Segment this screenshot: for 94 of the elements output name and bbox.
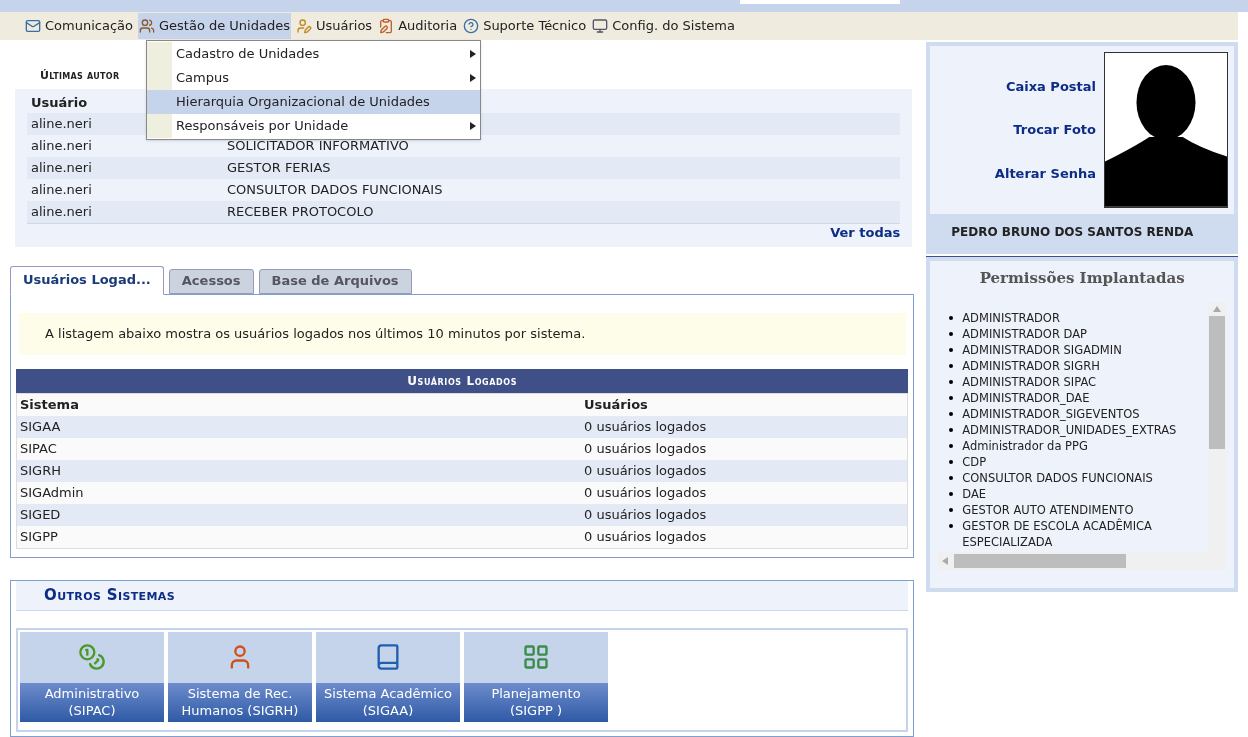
bullet-icon: [949, 315, 954, 320]
table-cell-text: 0 usuários logados: [584, 439, 707, 458]
clipboard-pencil-icon: [378, 18, 395, 34]
permission-item: ADMINISTRADOR_SIGEVENTOS: [962, 405, 1140, 422]
bullet-icon: [949, 347, 954, 352]
table-cell-text: CONSULTOR DADOS FUNCIONAIS: [227, 180, 443, 199]
bullet-icon: [949, 411, 954, 416]
permission-item: CONSULTOR DADOS FUNCIONAIS: [962, 469, 1153, 486]
bullet-icon: [949, 363, 954, 368]
submenu-arrow-icon: [470, 74, 476, 82]
grid-icon: [522, 643, 550, 671]
table-cell-text: 0 usuários logados: [584, 527, 707, 546]
table-cell-text: SIGAdmin: [19, 483, 85, 502]
bullet-icon: [949, 507, 954, 512]
submenu-arrow-icon: [470, 122, 476, 130]
user-pencil-icon: [295, 18, 312, 34]
permission-item: CDP: [962, 453, 987, 470]
permission-item: GESTOR DE ESCOLA ACADÊMICA ESPECIALIZADA: [962, 517, 1153, 550]
tab[interactable]: Usuários Logad...: [10, 265, 164, 295]
permission-item: ADMINISTRADOR: [962, 309, 1060, 326]
permission-item: ADMINISTRADOR_UNIDADES_EXTRAS: [962, 421, 1177, 438]
table-cell-text: SIPAC: [19, 439, 58, 458]
tab[interactable]: Acessos: [168, 268, 254, 294]
view-all-link[interactable]: Ver todas: [830, 223, 901, 243]
system-button[interactable]: Administrativo (SIPAC): [20, 631, 164, 722]
bullet-icon: [949, 395, 954, 400]
table-cell-text: SIGED: [19, 505, 62, 524]
permission-item: GESTOR AUTO ATENDIMENTO: [962, 501, 1134, 518]
table-cell-text: aline.neri: [31, 180, 92, 199]
people-icon: [138, 18, 155, 34]
system-button[interactable]: Planejamento (SIGPP ): [464, 631, 608, 722]
table-cell-text: 0 usuários logados: [584, 461, 707, 480]
panel-title: Permissões Implantadas: [978, 268, 1186, 289]
menu-item[interactable]: Usuários: [294, 13, 374, 39]
bullet-icon: [949, 523, 954, 528]
bullet-icon: [949, 459, 954, 464]
tab[interactable]: Base de Arquivos: [258, 268, 412, 294]
table-cell-text: aline.neri: [31, 136, 92, 155]
permission-item: Administrador da PPG: [962, 437, 1088, 454]
table-cell-text: aline.neri: [31, 158, 92, 177]
column-header: Sistema: [19, 395, 80, 414]
scroll-left-icon: [942, 556, 951, 565]
profile-link[interactable]: Trocar Foto: [1013, 120, 1096, 140]
table-cell-text: 0 usuários logados: [584, 505, 707, 524]
profile-link[interactable]: Alterar Senha: [994, 163, 1096, 184]
help-icon: [463, 18, 480, 34]
monitor-icon: [592, 18, 609, 34]
dropdown-item[interactable]: Responsáveis por Unidade: [147, 114, 480, 138]
menu-item[interactable]: Gestão de Unidades: [137, 13, 291, 39]
bullet-icon: [949, 427, 954, 432]
permission-item: ADMINISTRADOR DAP: [962, 325, 1087, 342]
bullet-icon: [949, 379, 954, 384]
permission-item: ADMINISTRADOR SIGADMIN: [962, 341, 1122, 358]
table-cell-text: SOLICITADOR INFORMATIVO: [227, 136, 409, 155]
permission-item: ADMINISTRADOR_DAE: [962, 389, 1090, 406]
profile-link[interactable]: Caixa Postal: [1005, 76, 1096, 97]
permission-item: ADMINISTRADOR SIPAC: [962, 373, 1097, 390]
menu-item[interactable]: Comunicação: [24, 13, 134, 39]
table-cell-text: aline.neri: [31, 202, 92, 221]
submenu-arrow-icon: [470, 50, 476, 58]
bullet-icon: [949, 491, 954, 496]
user-name: PEDRO BRUNO DOS SANTOS RENDA: [950, 224, 1195, 241]
bullet-icon: [949, 331, 954, 336]
section-title: Últimas autor: [40, 68, 120, 84]
menu-item[interactable]: Suporte Técnico: [462, 13, 588, 39]
bullet-icon: [949, 475, 954, 480]
system-button[interactable]: Sistema Acadêmico (SIGAA): [316, 631, 460, 722]
section-title: Outros Sistemas: [16, 580, 909, 611]
permission-item: ADMINISTRADOR SIGRH: [962, 357, 1100, 374]
dropdown-item[interactable]: Campus: [147, 66, 480, 90]
vertical-scrollbar[interactable]: [1208, 301, 1226, 570]
table-cell-text: 0 usuários logados: [584, 483, 707, 502]
horizontal-scrollbar[interactable]: [938, 551, 1208, 570]
scroll-up-icon: [1213, 305, 1221, 312]
bullet-icon: [949, 443, 954, 448]
column-header: Usuário: [30, 93, 88, 112]
column-header: Usuários: [584, 395, 648, 414]
coins-icon: [78, 643, 106, 671]
system-button[interactable]: Sistema de Rec. Humanos (SIGRH): [168, 631, 312, 722]
table-cell-text: SIGPP: [19, 527, 59, 546]
table-cell-text: SIGAA: [19, 417, 62, 436]
menu-item[interactable]: Config. do Sistema: [591, 13, 736, 39]
table-cell-text: RECEBER PROTOCOLO: [227, 202, 374, 221]
table-cell-text: GESTOR FERIAS: [227, 158, 331, 177]
dropdown-item[interactable]: Cadastro de Unidades: [147, 42, 480, 66]
table-cell-text: SIGRH: [19, 461, 62, 480]
table-cell-text: aline.neri: [31, 114, 92, 133]
table-title: Usuários Logados: [16, 368, 909, 393]
table-cell-text: 0 usuários logados: [584, 417, 707, 436]
menu-item[interactable]: Auditoria: [377, 13, 459, 39]
dropdown-item[interactable]: Hierarquia Organizacional de Unidades: [147, 90, 480, 114]
notice-text: A listagem abaixo mostra os usuários logados nos últimos 10 minutos por sistema.: [19, 312, 907, 355]
envelope-icon: [25, 18, 41, 34]
permission-item: DAE: [962, 485, 987, 502]
